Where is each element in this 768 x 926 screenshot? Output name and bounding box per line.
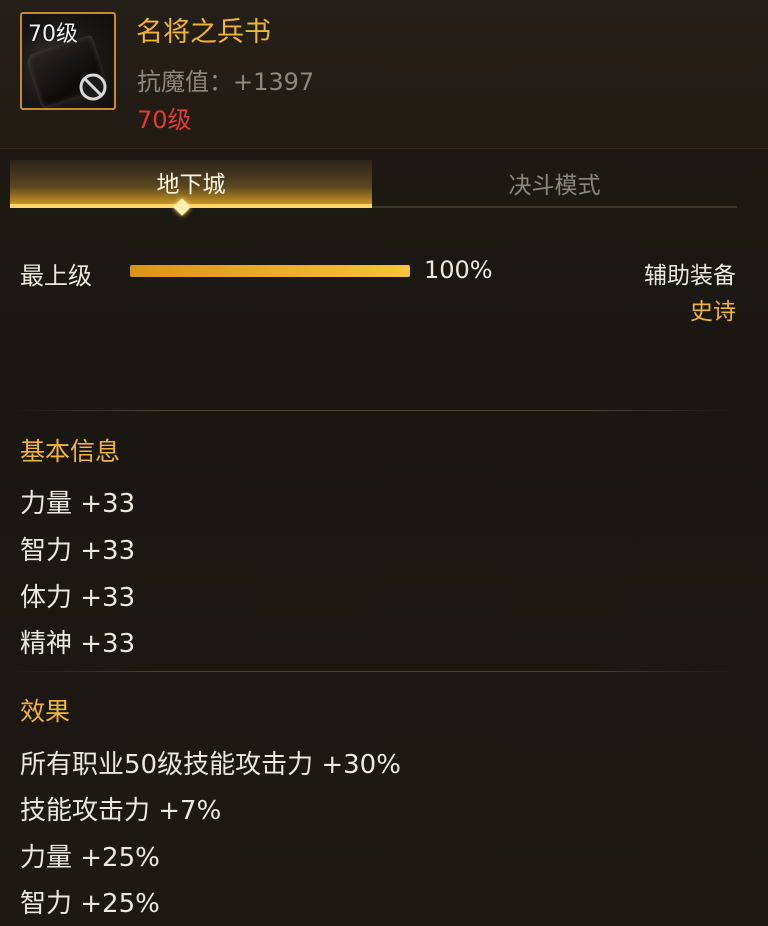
upgrade-grade-label: 最上级 [20,262,92,290]
basic-info-line: 体力 +33 [20,583,136,613]
item-level: 70级 [137,106,192,134]
tab-dungeon[interactable]: 地下城 [10,160,372,208]
item-stat: 抗魔值：+1397 [137,68,315,96]
basic-info-line: 智力 +33 [20,536,136,566]
effect-line: 所有职业50级技能攻击力 +30% [20,750,401,780]
item-name: 名将之兵书 [136,17,271,48]
ban-icon [79,73,107,101]
item-icon-level: 70级 [28,22,78,47]
item-icon-frame[interactable]: 70级 [20,12,116,110]
effect-line: 力量 +25% [20,843,160,873]
effect-line: 技能攻击力 +7% [20,796,222,826]
equipment-type: 辅助装备 [644,263,736,289]
upgrade-progress-fill [130,265,410,277]
upgrade-progress-value: 100% [424,256,493,284]
basic-info-title: 基本信息 [20,437,121,466]
equipment-rarity: 史诗 [690,299,736,325]
upgrade-progress-bar [130,265,410,277]
section-divider [10,410,737,411]
section-divider [10,671,737,672]
tab-duel[interactable]: 决斗模式 [372,160,737,208]
effect-line: 智力 +25% [20,889,160,919]
item-tooltip-panel: 70级 名将之兵书 抗魔值：+1397 70级 地下城 决斗模式 最上级 100… [0,0,768,926]
item-header: 70级 名将之兵书 抗魔值：+1397 70级 [0,0,768,149]
basic-info-line: 精神 +33 [20,629,136,659]
mode-tabs: 地下城 决斗模式 [10,160,737,210]
effects-title: 效果 [20,697,71,726]
basic-info-line: 力量 +33 [20,489,136,519]
